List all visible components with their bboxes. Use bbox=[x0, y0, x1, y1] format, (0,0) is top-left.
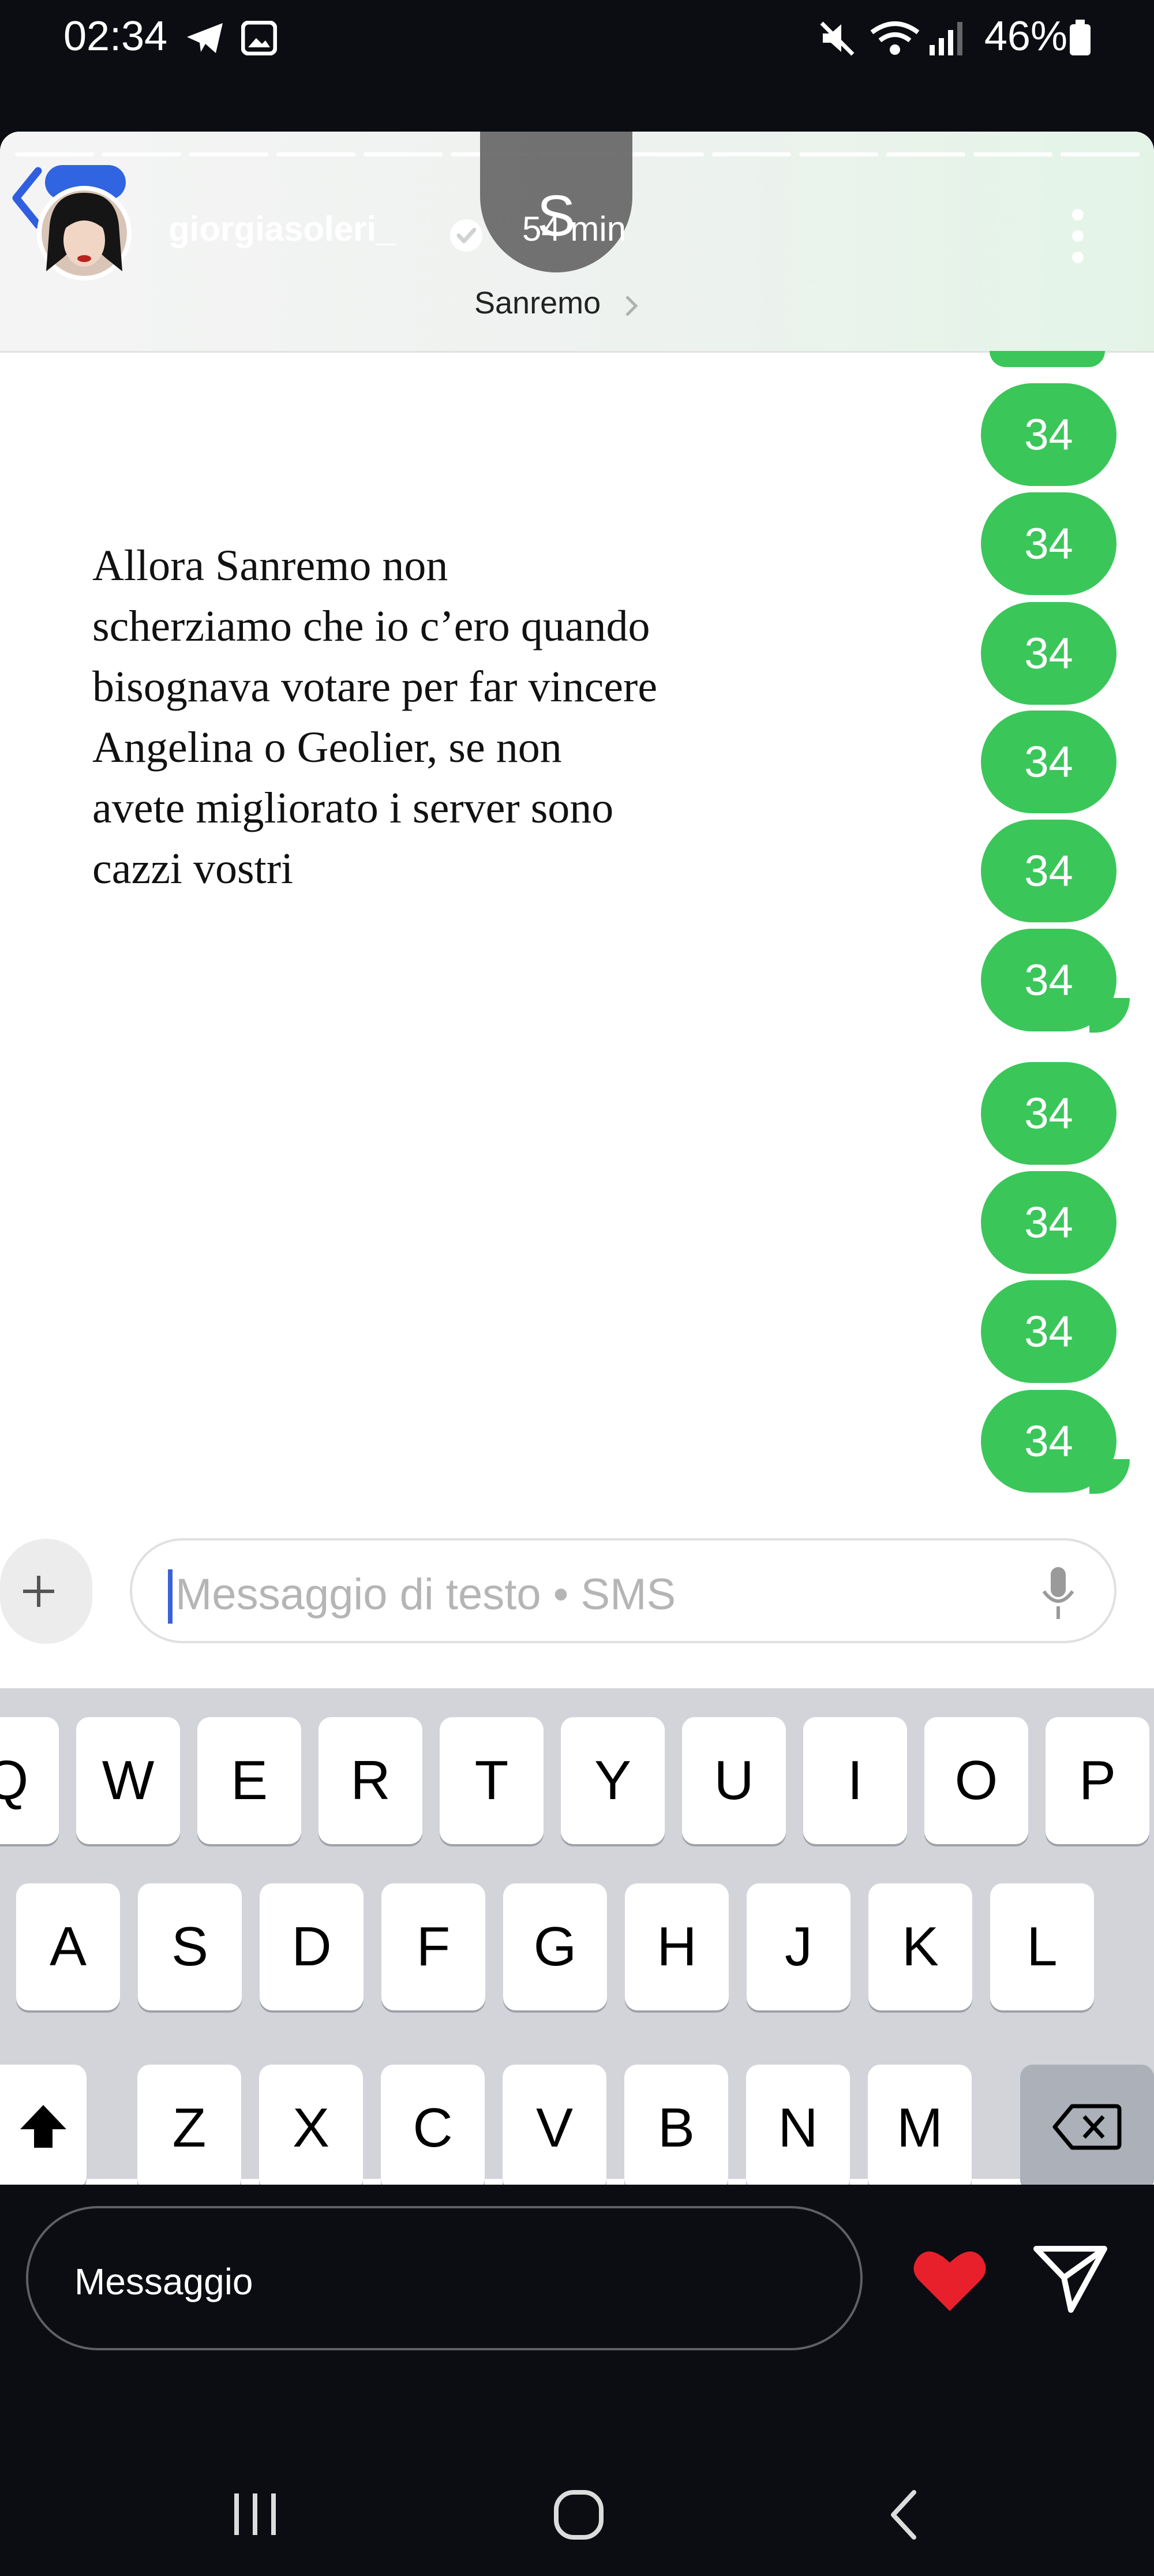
message-bubble[interactable]: 34 bbox=[981, 492, 1116, 595]
message-bubble[interactable]: 34 bbox=[981, 711, 1116, 813]
microphone-icon[interactable] bbox=[1038, 1565, 1078, 1622]
shift-key[interactable] bbox=[0, 2065, 87, 2185]
story-progress-segment bbox=[276, 152, 355, 156]
wifi-icon bbox=[870, 21, 920, 55]
heart-icon[interactable] bbox=[912, 2246, 988, 2313]
message-bubble-tail bbox=[1089, 1459, 1130, 1494]
gallery-icon bbox=[241, 21, 277, 55]
navigation-bar bbox=[0, 2424, 1154, 2576]
status-time: 02:34 bbox=[63, 13, 168, 59]
key-p[interactable]: P bbox=[1046, 1717, 1149, 1844]
story-progress-segment bbox=[102, 152, 181, 156]
sms-placeholder: Messaggio di testo • SMS bbox=[175, 1570, 676, 1619]
contact-initial-overlay: S bbox=[480, 132, 632, 272]
key-y[interactable]: Y bbox=[561, 1717, 665, 1844]
key-n[interactable]: N bbox=[746, 2065, 850, 2185]
battery-icon bbox=[1070, 20, 1091, 55]
story-progress-segment bbox=[625, 152, 704, 156]
message-bubble[interactable]: 34 bbox=[981, 1280, 1116, 1383]
sms-input[interactable]: Messaggio di testo • SMS bbox=[130, 1538, 1116, 1643]
key-m[interactable]: M bbox=[868, 2065, 972, 2185]
home-icon[interactable] bbox=[553, 2489, 605, 2541]
message-bubble-partial bbox=[990, 351, 1105, 367]
message-bubble-tail bbox=[1089, 998, 1130, 1033]
chevron-right-icon bbox=[625, 296, 638, 316]
mute-icon bbox=[820, 21, 855, 56]
key-q[interactable]: Q bbox=[0, 1717, 59, 1844]
plus-icon bbox=[23, 1576, 54, 1607]
key-b[interactable]: B bbox=[624, 2065, 728, 2185]
key-s[interactable]: S bbox=[138, 1883, 242, 2010]
key-c[interactable]: C bbox=[381, 2065, 485, 2185]
recent-apps-icon[interactable] bbox=[231, 2491, 279, 2537]
key-z[interactable]: Z bbox=[137, 2065, 241, 2185]
story-progress-segment bbox=[886, 152, 965, 156]
key-a[interactable]: A bbox=[16, 1883, 120, 2010]
story-progress-segment bbox=[189, 152, 268, 156]
add-attachment-button[interactable] bbox=[0, 1539, 92, 1644]
story-progress-segment bbox=[1061, 152, 1140, 156]
story-username[interactable]: giorgiasoleri_ bbox=[168, 209, 395, 249]
story-progress-segment bbox=[973, 152, 1052, 156]
message-bubble[interactable]: 34 bbox=[981, 383, 1116, 486]
story-progress-segment bbox=[15, 152, 94, 156]
story-reply-input[interactable]: Messaggio bbox=[26, 2206, 863, 2350]
keyboard: QWERTYUIOP ASDFGHJKL ZXCVBNM bbox=[0, 1688, 1154, 2185]
key-t[interactable]: T bbox=[440, 1717, 544, 1844]
story-reply-placeholder: Messaggio bbox=[74, 2261, 253, 2302]
shift-arrow-icon bbox=[20, 2105, 66, 2148]
battery-percentage: 46% bbox=[984, 13, 1067, 59]
key-l[interactable]: L bbox=[990, 1883, 1094, 2010]
key-r[interactable]: R bbox=[319, 1717, 422, 1844]
key-w[interactable]: W bbox=[76, 1717, 180, 1844]
status-bar: 02:34 46% bbox=[0, 0, 1154, 75]
key-e[interactable]: E bbox=[197, 1717, 301, 1844]
key-h[interactable]: H bbox=[625, 1883, 729, 2010]
story-header: giorgiasoleri_ S 54 min Sanremo bbox=[0, 132, 1154, 353]
nav-back-icon[interactable] bbox=[887, 2489, 920, 2541]
key-k[interactable]: K bbox=[868, 1883, 972, 2010]
more-options-icon[interactable] bbox=[1071, 204, 1085, 268]
story-caption: Allora Sanremo non scherziamo che io c’e… bbox=[92, 541, 658, 893]
backspace-key[interactable] bbox=[1020, 2065, 1154, 2185]
verified-badge-icon bbox=[450, 219, 482, 252]
story-progress-segment bbox=[712, 152, 791, 156]
story-progress-segment bbox=[364, 152, 443, 156]
story-time-ago: 54 min bbox=[522, 210, 627, 248]
story-progress-segment bbox=[799, 152, 878, 156]
message-bubble[interactable]: 34 bbox=[981, 1062, 1116, 1165]
music-label[interactable]: Sanremo bbox=[474, 285, 601, 321]
key-x[interactable]: X bbox=[259, 2065, 363, 2185]
key-o[interactable]: O bbox=[924, 1717, 1028, 1844]
message-bubble[interactable]: 34 bbox=[981, 1171, 1116, 1274]
key-d[interactable]: D bbox=[260, 1883, 364, 2010]
telegram-icon bbox=[187, 23, 223, 53]
text-cursor bbox=[168, 1569, 173, 1624]
message-bubble[interactable]: 34 bbox=[981, 602, 1116, 705]
key-j[interactable]: J bbox=[747, 1883, 850, 2010]
key-f[interactable]: F bbox=[381, 1883, 485, 2010]
story-viewer: giorgiasoleri_ S 54 min Sanremo Allora S… bbox=[0, 132, 1154, 2185]
send-icon[interactable] bbox=[1033, 2244, 1108, 2313]
key-u[interactable]: U bbox=[682, 1717, 786, 1844]
signal-icon bbox=[930, 22, 962, 55]
key-i[interactable]: I bbox=[803, 1717, 907, 1844]
backspace-icon bbox=[1052, 2104, 1122, 2150]
avatar[interactable] bbox=[36, 185, 133, 282]
key-v[interactable]: V bbox=[503, 2065, 606, 2185]
message-bubble[interactable]: 34 bbox=[981, 820, 1116, 922]
key-g[interactable]: G bbox=[503, 1883, 607, 2010]
